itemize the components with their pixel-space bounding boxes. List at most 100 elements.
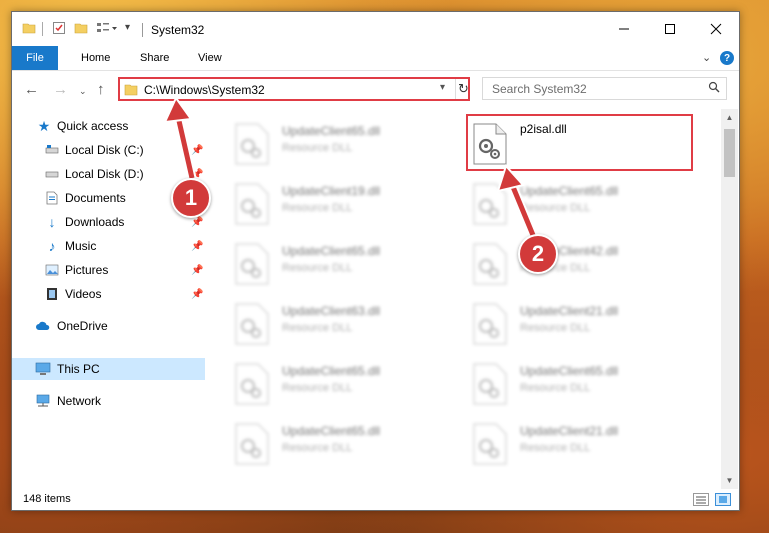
search-box[interactable]: Search System32 — [482, 77, 727, 100]
customize-toolbar-icon[interactable] — [96, 21, 118, 38]
file-item[interactable]: UpdateClient65.dll Resource DLL — [234, 238, 464, 294]
dll-file-icon — [235, 123, 269, 165]
search-icon[interactable] — [708, 81, 720, 96]
file-type: Resource DLL — [520, 202, 591, 214]
vertical-scrollbar[interactable]: ▲ ▼ — [721, 109, 738, 489]
pin-icon[interactable]: 📌 — [191, 289, 203, 300]
file-item[interactable]: UpdateClient63.dll Resource DLL — [234, 298, 464, 354]
scroll-thumb[interactable] — [724, 129, 735, 177]
sidebar-item-label: Downloads — [65, 215, 125, 229]
dll-file-icon — [235, 243, 269, 285]
sidebar-item-music[interactable]: ♪ Music 📌 — [12, 235, 205, 257]
new-folder-icon[interactable] — [74, 21, 88, 38]
file-type: Resource DLL — [520, 442, 591, 454]
documents-icon — [44, 190, 60, 206]
file-item[interactable]: UpdateClient42.dll Resource DLL — [472, 238, 702, 294]
file-item[interactable]: UpdateClient19.dll Resource DLL — [234, 178, 464, 234]
file-type: Resource DLL — [282, 202, 353, 214]
qa-separator — [42, 22, 43, 36]
sidebar-item-this-pc[interactable]: This PC — [12, 358, 205, 380]
pin-icon[interactable]: 📌 — [191, 265, 203, 276]
search-input[interactable]: Search System32 — [492, 82, 587, 96]
dll-file-icon — [235, 303, 269, 345]
dll-file-icon — [235, 183, 269, 225]
sidebar-item-local-disk-c[interactable]: Local Disk (C:) 📌 — [12, 139, 205, 161]
tab-file[interactable]: File — [12, 46, 58, 70]
file-name: UpdateClient21.dll — [520, 424, 619, 438]
pin-icon[interactable]: 📌 — [191, 217, 203, 228]
sidebar-item-label: OneDrive — [57, 319, 108, 333]
computer-icon — [35, 361, 51, 377]
cloud-icon — [35, 318, 51, 334]
pin-icon[interactable]: 📌 — [191, 145, 203, 156]
file-type: Resource DLL — [282, 262, 353, 274]
forward-arrow-icon[interactable]: → — [53, 81, 68, 98]
file-name: UpdateClient65.dll — [282, 244, 381, 258]
file-type: Resource DLL — [282, 382, 353, 394]
qa-dropdown-icon[interactable]: ▾ — [125, 22, 130, 33]
back-arrow-icon[interactable]: ← — [24, 81, 39, 98]
minimize-button[interactable] — [601, 12, 647, 46]
title-bar: ▾ System32 — [12, 12, 739, 46]
file-item[interactable]: UpdateClient21.dll Resource DLL — [472, 298, 702, 354]
sidebar-item-label: Documents — [65, 191, 126, 205]
file-item[interactable]: UpdateClient21.dll Resource DLL — [472, 418, 702, 474]
drive-icon — [44, 166, 60, 182]
music-note-icon: ♪ — [48, 238, 56, 254]
file-type: Resource DLL — [282, 142, 353, 154]
file-explorer-window: ▾ System32 File Home Share View ⌄ ? ← → … — [11, 11, 740, 511]
scroll-up-icon[interactable]: ▲ — [721, 109, 738, 126]
sidebar-item-label: Local Disk (C:) — [65, 143, 144, 157]
file-type: Resource DLL — [282, 442, 353, 454]
sidebar-item-local-disk-d[interactable]: Local Disk (D:) 📌 — [12, 163, 205, 185]
tab-share[interactable]: Share — [140, 46, 169, 70]
sidebar-item-videos[interactable]: Videos 📌 — [12, 283, 205, 305]
sidebar-item-onedrive[interactable]: OneDrive — [12, 315, 205, 337]
pictures-icon — [44, 262, 60, 278]
sidebar-item-pictures[interactable]: Pictures 📌 — [12, 259, 205, 281]
file-name: UpdateClient19.dll — [282, 184, 381, 198]
file-item[interactable]: UpdateClient65.dll Resource DLL — [472, 178, 702, 234]
navigation-bar: ← → ⌄ ↑ C:\Windows\System32 ▾ ↻ Search S… — [12, 71, 739, 109]
file-item[interactable]: UpdateClient65.dll Resource DLL — [234, 418, 464, 474]
dll-file-icon — [473, 363, 507, 405]
file-name: UpdateClient63.dll — [282, 304, 381, 318]
ribbon: File Home Share View ⌄ ? — [12, 46, 739, 71]
download-arrow-icon: ↓ — [48, 214, 56, 230]
file-name: UpdateClient65.dll — [282, 424, 381, 438]
address-dropdown-icon[interactable]: ▾ — [440, 82, 445, 93]
address-path: C:\Windows\System32 — [144, 83, 265, 97]
help-button[interactable]: ? — [720, 51, 734, 65]
tab-home[interactable]: Home — [81, 46, 110, 70]
callout-badge-2: 2 — [518, 234, 558, 274]
highlight-box-file — [466, 114, 693, 171]
title-separator — [142, 23, 143, 37]
file-item[interactable]: UpdateClient65.dll Resource DLL — [234, 118, 464, 174]
item-count: 148 items — [23, 493, 71, 505]
file-item[interactable]: UpdateClient65.dll Resource DLL — [234, 358, 464, 414]
file-item[interactable]: UpdateClient65.dll Resource DLL — [472, 358, 702, 414]
scroll-down-icon[interactable]: ▼ — [721, 472, 738, 489]
file-type: Resource DLL — [520, 382, 591, 394]
maximize-button[interactable] — [647, 12, 693, 46]
sidebar-item-downloads[interactable]: ↓ Downloads 📌 — [12, 211, 205, 233]
window-title: System32 — [151, 23, 205, 37]
sidebar-item-label: Network — [57, 394, 102, 408]
up-arrow-icon[interactable]: ↑ — [97, 81, 105, 98]
sidebar-item-quick-access[interactable]: ★ Quick access — [12, 115, 205, 137]
address-bar[interactable]: C:\Windows\System32 ▾ ↻ — [118, 77, 470, 101]
large-icons-view-icon[interactable] — [715, 493, 731, 506]
tab-view[interactable]: View — [198, 46, 222, 70]
expand-ribbon-icon[interactable]: ⌄ — [702, 51, 711, 64]
pin-icon[interactable]: 📌 — [191, 241, 203, 252]
details-view-icon[interactable] — [693, 493, 709, 506]
drive-icon — [44, 142, 60, 158]
properties-icon[interactable] — [52, 21, 66, 38]
recent-locations-icon[interactable]: ⌄ — [79, 86, 87, 97]
refresh-icon[interactable]: ↻ — [455, 79, 471, 99]
navigation-pane: ★ Quick access Local Disk (C:) 📌 Local D… — [12, 109, 205, 489]
sidebar-item-label: Videos — [65, 287, 102, 301]
file-name: UpdateClient21.dll — [520, 304, 619, 318]
close-button[interactable] — [693, 12, 739, 46]
sidebar-item-network[interactable]: Network — [12, 390, 205, 412]
